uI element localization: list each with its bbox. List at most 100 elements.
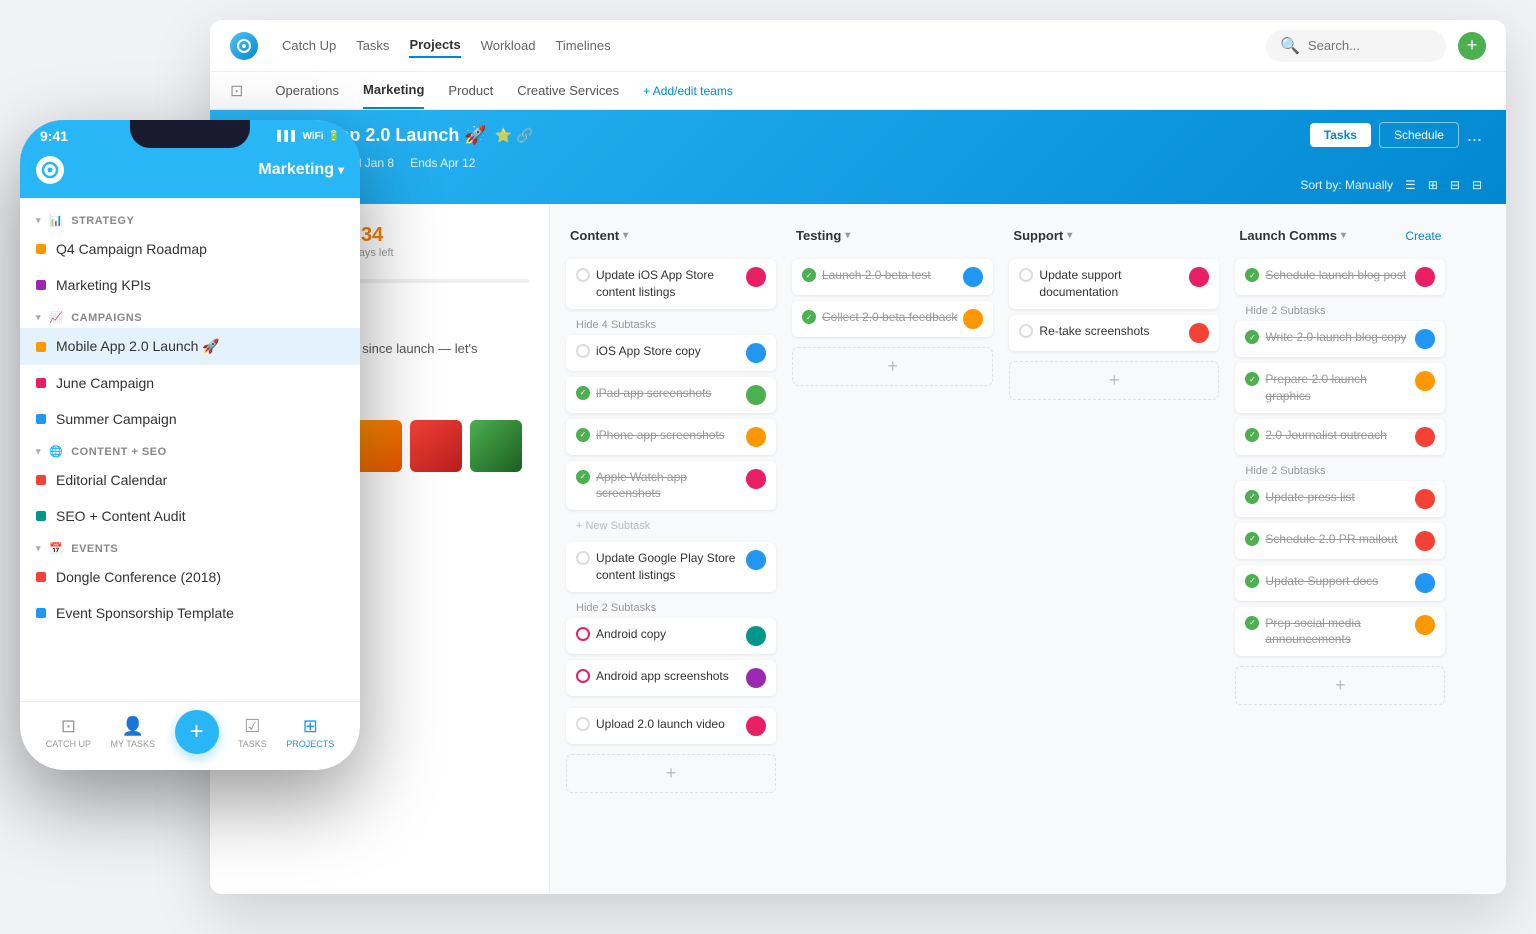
check-circle-done[interactable] [576, 428, 590, 442]
sidebar-toggle[interactable]: ⊡ [230, 81, 243, 101]
search-input[interactable] [1308, 38, 1432, 53]
check-circle-done[interactable] [1245, 330, 1259, 344]
add-task-button[interactable]: + [1009, 361, 1219, 400]
nav-timelines[interactable]: Timelines [555, 34, 610, 57]
more-button[interactable]: ... [1467, 125, 1482, 146]
chevron-down-icon[interactable]: ▾ [36, 312, 41, 323]
tasks-button[interactable]: Tasks [1310, 123, 1371, 147]
nav-tasks[interactable]: Tasks [356, 34, 389, 57]
check-circle-done[interactable] [1245, 532, 1259, 546]
chevron-down-icon[interactable]: ▾ [36, 215, 41, 226]
check-circle[interactable] [576, 717, 590, 731]
check-circle[interactable] [1019, 324, 1033, 338]
task-card[interactable]: Update press list [1235, 481, 1445, 517]
check-circle-done[interactable] [802, 268, 816, 282]
team-marketing[interactable]: Marketing [363, 72, 424, 109]
check-circle[interactable] [1019, 268, 1033, 282]
task-card[interactable]: iOS App Store copy [566, 335, 776, 371]
chevron-down-icon[interactable]: ▾ [36, 543, 41, 554]
team-product[interactable]: Product [448, 72, 493, 109]
view-list-icon[interactable]: ☰ [1405, 178, 1416, 192]
task-card[interactable]: Launch 2.0 beta test [792, 259, 993, 295]
task-card[interactable]: Apple Watch app screenshots [566, 461, 776, 511]
task-card[interactable]: Schedule 2.0 PR mailout [1235, 523, 1445, 559]
add-button[interactable]: + [1458, 32, 1486, 60]
schedule-button[interactable]: Schedule [1379, 122, 1459, 148]
new-subtask[interactable]: + New Subtask [566, 516, 776, 536]
sidebar-item-q4-campaign[interactable]: Q4 Campaign Roadmap [20, 231, 360, 267]
sidebar-item-event-sponsorship[interactable]: Event Sponsorship Template [20, 595, 360, 631]
task-card[interactable]: Upload 2.0 launch video [566, 708, 776, 744]
task-card[interactable]: Android copy [566, 618, 776, 654]
task-card[interactable]: 2.0 Journalist outreach [1235, 419, 1445, 455]
team-creative[interactable]: Creative Services [517, 72, 619, 109]
task-card[interactable]: Collect 2.0 beta feedback [792, 301, 993, 337]
check-circle-done[interactable] [1245, 372, 1259, 386]
task-card[interactable]: Prep social media announcements [1235, 607, 1445, 657]
bottom-nav-tasks[interactable]: ☑ TASKS [238, 716, 267, 749]
check-circle[interactable] [576, 268, 590, 282]
filter-icon[interactable]: ⊟ [1472, 178, 1482, 192]
sidebar-item-marketing-kpis[interactable]: Marketing KPIs [20, 267, 360, 303]
color-dot [36, 572, 46, 582]
check-circle-done[interactable] [802, 310, 816, 324]
add-task-button[interactable]: + [1235, 666, 1445, 705]
search-bar[interactable]: 🔍 [1266, 30, 1446, 62]
task-card[interactable]: Update iOS App Store content listings [566, 259, 776, 309]
view-grid-icon[interactable]: ⊞ [1428, 178, 1438, 192]
sort-label[interactable]: Sort by: Manually [1300, 178, 1393, 192]
check-circle-done[interactable] [1245, 574, 1259, 588]
attachment-thumb-5[interactable] [470, 420, 522, 472]
check-circle-done[interactable] [576, 470, 590, 484]
check-circle-done[interactable] [1245, 428, 1259, 442]
bottom-nav-projects[interactable]: ⊞ PROJECTS [286, 716, 334, 749]
sidebar-item-dongle-conference[interactable]: Dongle Conference (2018) [20, 559, 360, 595]
check-circle[interactable] [576, 551, 590, 565]
task-card[interactable]: Schedule launch blog post [1235, 259, 1445, 295]
sidebar-item-summer-campaign[interactable]: Summer Campaign [20, 401, 360, 437]
task-card[interactable]: Update Google Play Store content listing… [566, 542, 776, 592]
subtask-toggle[interactable]: Hide 2 Subtasks [566, 598, 776, 618]
task-card[interactable]: Prepare 2.0 launch graphics [1235, 363, 1445, 413]
check-circle[interactable] [576, 627, 590, 641]
nav-catch-up[interactable]: Catch Up [282, 34, 336, 57]
chevron-down-icon[interactable]: ▾ [1067, 230, 1072, 241]
add-task-button[interactable]: + [792, 347, 993, 386]
bottom-nav-my-tasks[interactable]: 👤 MY TASKS [111, 716, 156, 749]
check-circle-done[interactable] [1245, 490, 1259, 504]
fab-add-button[interactable]: + [175, 710, 219, 754]
team-operations[interactable]: Operations [275, 72, 339, 109]
phone-sidebar[interactable]: ▾ 📊 STRATEGY Q4 Campaign Roadmap Marketi… [20, 198, 360, 701]
chevron-down-icon[interactable]: ▾ [845, 230, 850, 241]
create-button[interactable]: Create [1405, 229, 1441, 243]
view-board-icon[interactable]: ⊟ [1450, 178, 1460, 192]
sidebar-item-editorial-calendar[interactable]: Editorial Calendar [20, 462, 360, 498]
chevron-down-icon[interactable]: ▾ [1341, 230, 1346, 241]
bottom-nav-catch-up[interactable]: ⊡ CATCH UP [46, 716, 91, 749]
nav-projects[interactable]: Projects [409, 33, 460, 58]
check-circle-done[interactable] [1245, 616, 1259, 630]
add-task-button[interactable]: + [566, 754, 776, 793]
task-card[interactable]: Android app screenshots [566, 660, 776, 696]
task-card[interactable]: iPhone app screenshots [566, 419, 776, 455]
chevron-down-icon[interactable]: ▾ [36, 446, 41, 457]
sidebar-item-mobile-app-launch[interactable]: Mobile App 2.0 Launch 🚀 [20, 328, 360, 365]
task-card[interactable]: Re-take screenshots [1009, 315, 1219, 351]
check-circle[interactable] [576, 344, 590, 358]
add-edit-teams[interactable]: + Add/edit teams [643, 84, 733, 98]
subtask-toggle[interactable]: Hide 4 Subtasks [566, 315, 776, 335]
task-card[interactable]: iPad app screenshots [566, 377, 776, 413]
task-card[interactable]: Write 2.0 launch blog copy [1235, 321, 1445, 357]
chevron-down-icon[interactable]: ▾ [623, 230, 628, 241]
task-card[interactable]: Update support documentation [1009, 259, 1219, 309]
check-circle[interactable] [576, 669, 590, 683]
nav-workload[interactable]: Workload [481, 34, 536, 57]
subtask-toggle[interactable]: Hide 2 Subtasks [1235, 301, 1445, 321]
subtask-toggle-2[interactable]: Hide 2 Subtasks [1235, 461, 1445, 481]
task-card[interactable]: Update Support docs [1235, 565, 1445, 601]
sidebar-item-june-campaign[interactable]: June Campaign [20, 365, 360, 401]
check-circle-done[interactable] [576, 386, 590, 400]
check-circle-done[interactable] [1245, 268, 1259, 282]
attachment-thumb-4[interactable] [410, 420, 462, 472]
sidebar-item-seo-content-audit[interactable]: SEO + Content Audit [20, 498, 360, 534]
